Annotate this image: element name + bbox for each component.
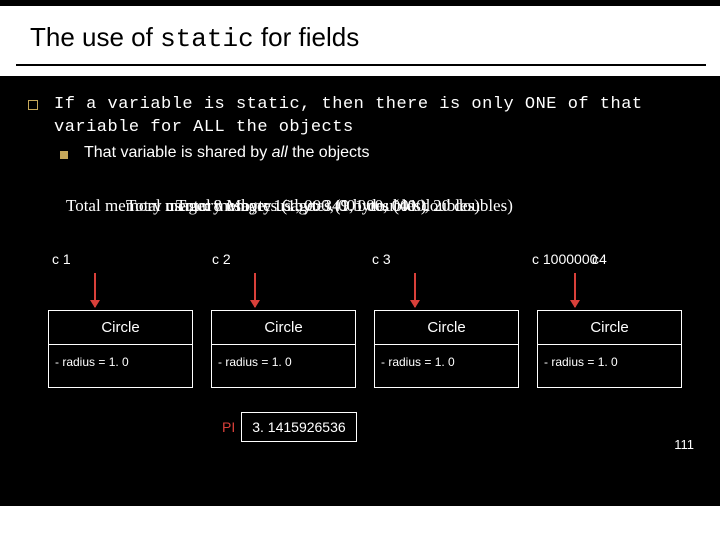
var-label-c4a: c 1000000 <box>532 251 597 267</box>
circle-box-field: - radius = 1. 0 <box>212 345 355 387</box>
circle-box-field: - radius = 1. 0 <box>538 345 681 387</box>
bullet-text: If a variable is static, then there is o… <box>54 94 702 140</box>
label-cell-c4: c 1000000 c4 <box>532 251 692 269</box>
arrow-icon <box>94 273 96 307</box>
memory-usage-overlap: Total memory usage: 8 Mbytes (1, 000, 00… <box>66 196 656 226</box>
var-label-c1: c 1 <box>52 251 71 267</box>
circle-box-head: Circle <box>49 311 192 345</box>
sub-em: all <box>272 144 288 161</box>
circle-box-1: Circle - radius = 1. 0 <box>48 310 193 388</box>
sub-bullet-text: That variable is shared by all the objec… <box>84 144 370 162</box>
slide-title: The use of static for fields <box>0 0 720 60</box>
bullet-keyword: static <box>236 95 300 114</box>
variable-labels-row: c 1 c 2 c 3 c 1000000 c4 <box>52 251 700 269</box>
pi-label: PI <box>222 419 235 435</box>
arrow-icon <box>574 273 576 307</box>
label-cell-c3: c 3 <box>372 251 532 269</box>
var-label-c4b: c4 <box>592 251 607 267</box>
circle-box-2: Circle - radius = 1. 0 <box>211 310 356 388</box>
top-strip <box>0 0 720 6</box>
arrow-icon <box>254 273 256 307</box>
slide-body: If a variable is static, then there is o… <box>0 76 720 506</box>
var-label-c3: c 3 <box>372 251 391 267</box>
pi-row: PI 3. 1415926536 <box>222 412 357 442</box>
bullet-level1: If a variable is static, then there is o… <box>28 94 702 140</box>
circle-box-4: Circle - radius = 1. 0 <box>537 310 682 388</box>
bullet-level2: That variable is shared by all the objec… <box>60 144 702 162</box>
label-cell-c2: c 2 <box>212 251 372 269</box>
pi-value-box: 3. 1415926536 <box>241 412 356 442</box>
title-pre: The use of <box>30 22 160 52</box>
bullet-square-icon <box>28 100 38 110</box>
label-cell-c1: c 1 <box>52 251 212 269</box>
circle-box-head: Circle <box>375 311 518 345</box>
circle-box-head: Circle <box>538 311 681 345</box>
sub-pre: That variable is shared by <box>84 144 272 161</box>
circle-box-field: - radius = 1. 0 <box>49 345 192 387</box>
sub-post: the objects <box>288 144 370 161</box>
var-label-c2: c 2 <box>212 251 231 267</box>
title-post: for fields <box>254 22 360 52</box>
arrow-icon <box>414 273 416 307</box>
memory-line-c: Total memory usage: 349 bytes (400, 20 d… <box>176 196 513 216</box>
title-keyword: static <box>160 24 254 54</box>
title-underline <box>16 64 706 66</box>
sub-bullet-square-icon <box>60 151 68 159</box>
page-number: 111 <box>674 437 694 452</box>
slide: The use of static for fields If a variab… <box>0 0 720 540</box>
bullet-pre: If a variable is <box>54 95 236 114</box>
circle-box-head: Circle <box>212 311 355 345</box>
circle-box-3: Circle - radius = 1. 0 <box>374 310 519 388</box>
object-boxes-row: Circle - radius = 1. 0 Circle - radius =… <box>48 310 704 388</box>
circle-box-field: - radius = 1. 0 <box>375 345 518 387</box>
